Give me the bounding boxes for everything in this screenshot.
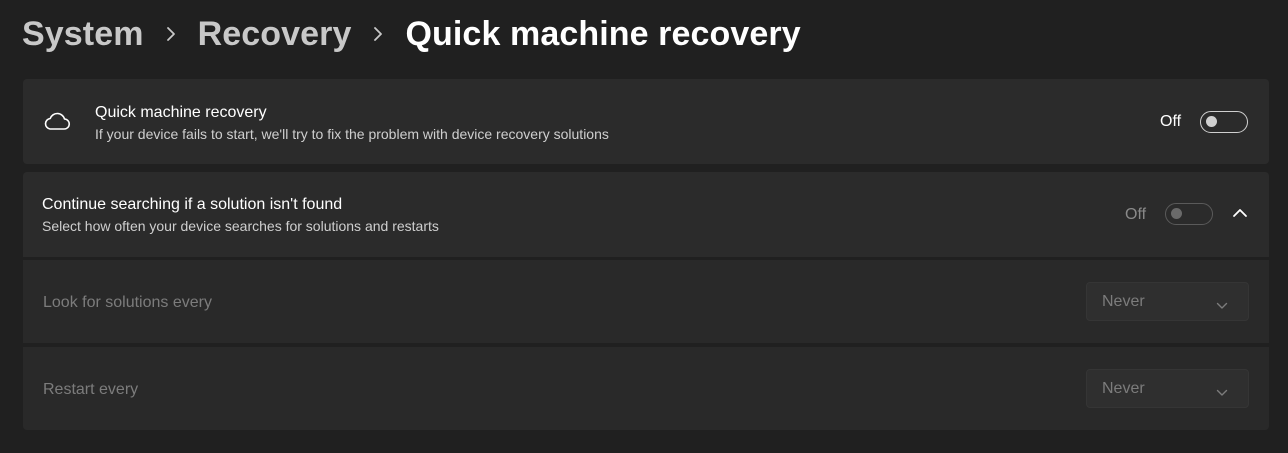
dropdown-value: Never [1102, 380, 1145, 397]
toggle-knob [1206, 116, 1217, 127]
breadcrumb-system[interactable]: System [22, 15, 144, 54]
page-title: Quick machine recovery [405, 14, 801, 53]
look-for-solutions-label: Look for solutions every [43, 294, 212, 311]
toggle-knob [1171, 208, 1182, 219]
setting-description: Select how often your device searches fo… [42, 218, 439, 234]
chevron-up-icon[interactable] [1231, 206, 1249, 220]
continue-searching-card[interactable]: Continue searching if a solution isn't f… [23, 172, 1269, 257]
breadcrumb-recovery[interactable]: Recovery [198, 15, 352, 54]
setting-title: Quick machine recovery [95, 104, 267, 121]
restart-every-label: Restart every [43, 381, 139, 398]
quick-machine-recovery-toggle[interactable] [1200, 111, 1248, 133]
restart-every-dropdown[interactable]: Never [1086, 369, 1249, 408]
chevron-down-icon [1216, 384, 1228, 396]
continue-searching-toggle[interactable] [1165, 203, 1213, 225]
toggle-state-label: Off [1160, 113, 1182, 130]
setting-title: Continue searching if a solution isn't f… [42, 196, 343, 213]
chevron-right-icon [365, 26, 391, 42]
cloud-icon [43, 110, 71, 132]
quick-machine-recovery-card: Quick machine recovery If your device fa… [23, 79, 1269, 164]
chevron-right-icon [158, 26, 184, 42]
restart-every-row: Restart every Never [23, 347, 1269, 430]
dropdown-value: Never [1102, 293, 1145, 310]
breadcrumb: System Recovery Quick machine recovery [22, 10, 801, 58]
toggle-state-label: Off [1125, 206, 1147, 223]
look-for-solutions-dropdown[interactable]: Never [1086, 282, 1249, 321]
look-for-solutions-row: Look for solutions every Never [23, 260, 1269, 343]
chevron-down-icon [1216, 297, 1228, 309]
setting-description: If your device fails to start, we'll try… [95, 126, 609, 142]
